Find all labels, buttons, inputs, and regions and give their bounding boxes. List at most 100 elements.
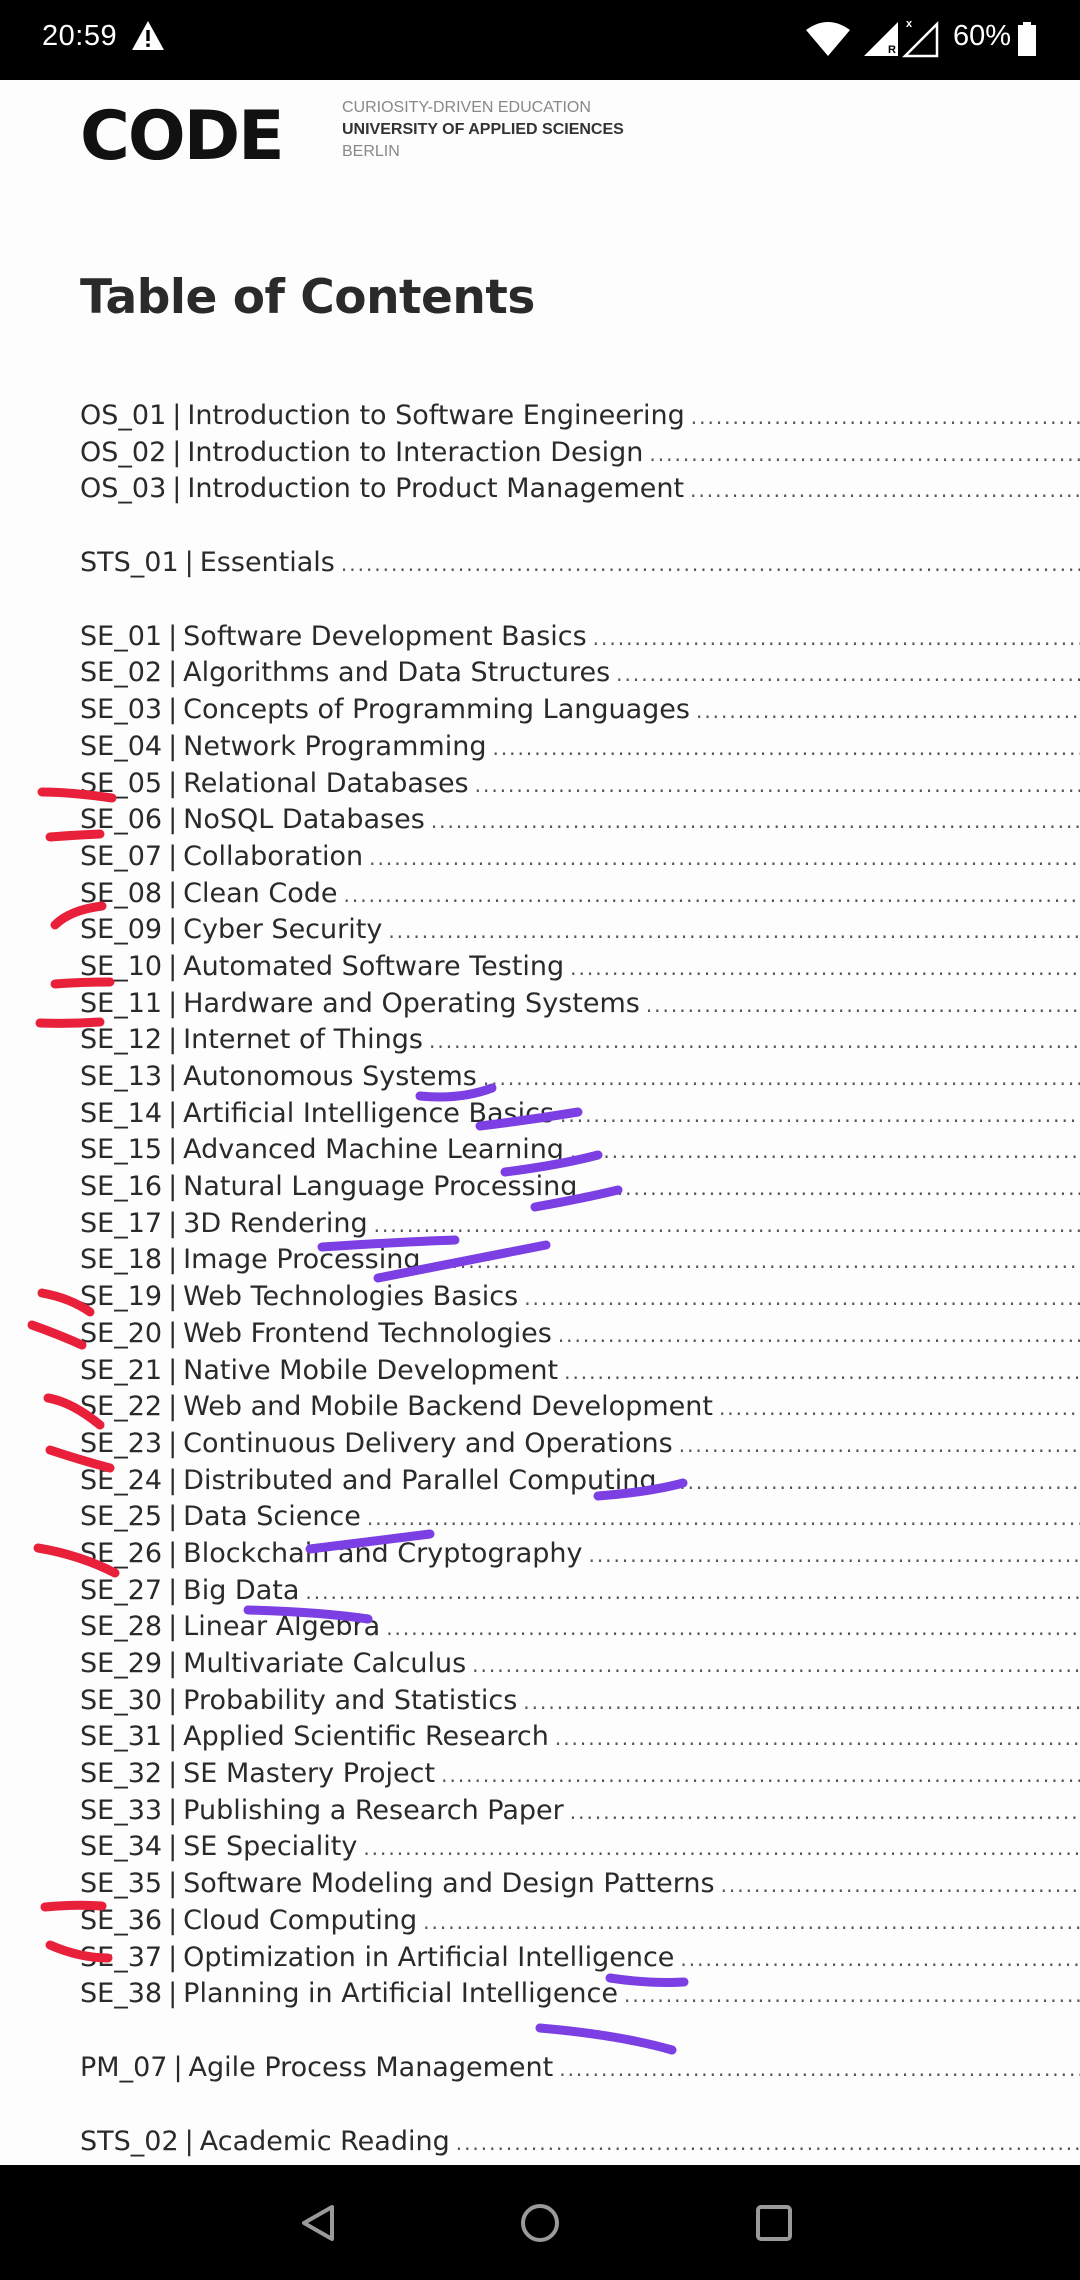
toc-entry[interactable]: SE_35 | Software Modeling and Design Patte… [80,1868,1080,1905]
toc-entry[interactable]: SE_07 | Collaboration ....................… [80,841,1080,878]
toc-entry-title: Optimization in Artificial Intelligence [183,1941,675,1973]
toc-entry-leader: ........................................… [616,662,1080,687]
toc-entry[interactable]: SE_10 | Automated Software Testing .......… [80,951,1080,988]
toc-entry-leader: ........................................… [343,882,1080,907]
toc-entry-separator: | [173,2051,183,2083]
toc-entry-leader: ........................................… [588,1542,1080,1567]
toc-entry[interactable]: SE_24 | Distributed and Parallel Computing… [80,1465,1080,1502]
toc-entry[interactable]: SE_18 | Image Processing .................… [80,1244,1080,1281]
toc-entry[interactable]: STS_02 | Academic Reading ................… [80,2126,1080,2163]
toc-entry-separator: | [172,400,182,431]
toc-entry-title: Artificial Intelligence Basics [183,1097,555,1129]
document-page[interactable]: CODE CURIOSITY-DRIVEN EDUCATION UNIVERSI… [0,80,1080,2165]
sim-badge: x [906,18,913,30]
toc-entry[interactable]: SE_27 | Big Data .........................… [80,1575,1080,1612]
toc-entry-leader: ........................................… [649,441,1080,466]
toc-entry-leader: ........................................… [560,1102,1080,1127]
warning-icon [132,21,164,50]
toc-entry-title: Distributed and Parallel Computing [183,1464,657,1496]
toc-entry[interactable]: OS_01 | Introduction to Software Engineeri… [80,400,1080,437]
toc-entry-leader: ........................................… [680,1946,1080,1971]
toc-entry[interactable]: SE_09 | Cyber Security ...................… [80,914,1080,951]
toc-entry-code: SE_38 [80,1978,163,2010]
wifi-icon [806,22,850,56]
toc-entry[interactable]: SE_06 | NoSQL Databases ..................… [80,804,1080,841]
toc-entry-title: Data Science [183,1501,361,1533]
toc-entry[interactable]: SE_25 | Data Science .....................… [80,1501,1080,1538]
toc-entry[interactable]: SE_03 | Concepts of Programming Languages … [80,694,1080,731]
toc-entry-separator: | [172,473,182,505]
logo-tagline: CURIOSITY-DRIVEN EDUCATION UNIVERSITY OF… [342,97,624,163]
toc-entry[interactable]: SE_16 | Natural Language Processing ......… [80,1171,1080,1208]
tagline-line-2: UNIVERSITY OF APPLIED SCIENCES [342,121,624,138]
toc-entry-leader: ........................................… [455,2130,1080,2155]
toc-entry-leader: ........................................… [430,809,1080,834]
toc-entry-code: SE_10 [80,950,163,982]
toc-entry[interactable]: SE_28 | Linear Algebra ...................… [80,1611,1080,1648]
toc-entry[interactable]: SE_19 | Web Technologies Basics ..........… [80,1281,1080,1318]
tagline-line-3: BERLIN [342,143,400,160]
toc-entry-separator: | [168,694,178,726]
toc-entry-title: Applied Scientific Research [183,1721,549,1753]
toc-entry-leader: ........................................… [523,1689,1080,1714]
toc-entry-separator: | [168,1134,178,1166]
toc-entry-leader: ........................................… [373,1212,1080,1237]
toc-entry-leader: ........................................… [645,992,1080,1017]
toc-entry[interactable]: SE_15 | Advanced Machine Learning ........… [80,1134,1080,1171]
toc-entry[interactable]: SE_20 | Web Frontend Technologies ........… [80,1318,1080,1355]
toc-entry[interactable]: SE_12 | Internet of Things ...............… [80,1024,1080,1061]
toc-entry[interactable]: SE_33 | Publishing a Research Paper ......… [80,1795,1080,1832]
toc-entry[interactable]: SE_14 | Artificial Intelligence Basics ...… [80,1098,1080,1135]
toc-entry-code: OS_03 [80,473,167,505]
toc-entry-code: SE_25 [80,1501,163,1533]
toc-entry-separator: | [168,1831,178,1863]
toc-entry-leader: ........................................… [695,699,1080,724]
toc-entry[interactable]: SE_13 | Autonomous Systems ...............… [80,1061,1080,1098]
toc-entry[interactable]: SE_34 | SE Speciality ....................… [80,1831,1080,1868]
toc-entry-code: SE_22 [80,1391,163,1423]
toc-entry-leader: ........................................… [423,1909,1080,1934]
recents-button[interactable] [734,2187,814,2259]
toc-entry-title: Clean Code [183,877,338,909]
toc-entry[interactable]: SE_11 | Hardware and Operating Systems ...… [80,988,1080,1025]
toc-entry[interactable]: SE_29 | Multivariate Calculus ............… [80,1648,1080,1685]
toc-entry-code: SE_35 [80,1868,163,1900]
toc-entry[interactable]: SE_30 | Probability and Statistics .......… [80,1685,1080,1722]
battery-icon [1018,22,1036,56]
toc-entry[interactable]: SE_08 | Clean Code .......................… [80,878,1080,915]
toc-entry[interactable]: SE_32 | SE Mastery Project ...............… [80,1758,1080,1795]
toc-entry[interactable]: STS_01 | Essentials ......................… [80,547,1080,584]
toc-entry-leader: ........................................… [690,478,1080,503]
toc-entry-separator: | [168,1024,178,1056]
battery-percent: 60% [953,20,1012,52]
back-button[interactable] [278,2187,358,2259]
toc-entry-code: SE_28 [80,1611,163,1643]
toc-entry[interactable]: PM_07 | Agile Process Management .........… [80,2052,1080,2089]
toc-entry[interactable]: OS_02 | Introduction to Interaction Design… [80,437,1080,474]
toc-entry[interactable]: SE_23 | Continuous Delivery and Operations… [80,1428,1080,1465]
toc-entry-leader: ........................................… [366,1506,1080,1531]
toc-entry[interactable]: SE_38 | Planning in Artificial Intelligenc… [80,1978,1080,2015]
toc-entry[interactable]: SE_17 | 3D Rendering .....................… [80,1208,1080,1245]
toc-entry-code: SE_36 [80,1904,163,1936]
home-button[interactable] [500,2187,580,2259]
toc-entry-title: 3D Rendering [183,1207,368,1239]
toc-entry[interactable]: SE_31 | Applied Scientific Research ......… [80,1721,1080,1758]
toc-entry[interactable]: OS_03 | Introduction to Product Management… [80,473,1080,510]
toc-entry[interactable]: SE_37 | Optimization in Artificial Intelli… [80,1942,1080,1979]
toc-entry[interactable]: SE_26 | Blockchain and Cryptography ......… [80,1538,1080,1575]
toc-entry[interactable]: SE_05 | Relational Databases .............… [80,768,1080,805]
toc-entry[interactable]: SE_02 | Algorithms and Data Structures ...… [80,657,1080,694]
toc-entry-leader: ........................................… [441,1763,1080,1788]
toc-entry[interactable]: SE_36 | Cloud Computing ..................… [80,1905,1080,1942]
network-badge: R [888,44,896,56]
toc-entry-code: SE_06 [80,804,163,836]
toc-entry-separator: | [168,804,178,836]
toc-entry-title: Concepts of Programming Languages [183,694,690,726]
toc-entry[interactable]: SE_01 | Software Development Basics ......… [80,621,1080,658]
toc-entry[interactable]: SE_21 | Native Mobile Development ........… [80,1355,1080,1392]
toc-entry[interactable]: SE_22 | Web and Mobile Backend Development… [80,1391,1080,1428]
toc-entry[interactable]: SE_04 | Network Programming ..............… [80,731,1080,768]
toc-entry-code: SE_16 [80,1171,163,1203]
toc-entry-leader: ........................................… [583,1176,1080,1201]
